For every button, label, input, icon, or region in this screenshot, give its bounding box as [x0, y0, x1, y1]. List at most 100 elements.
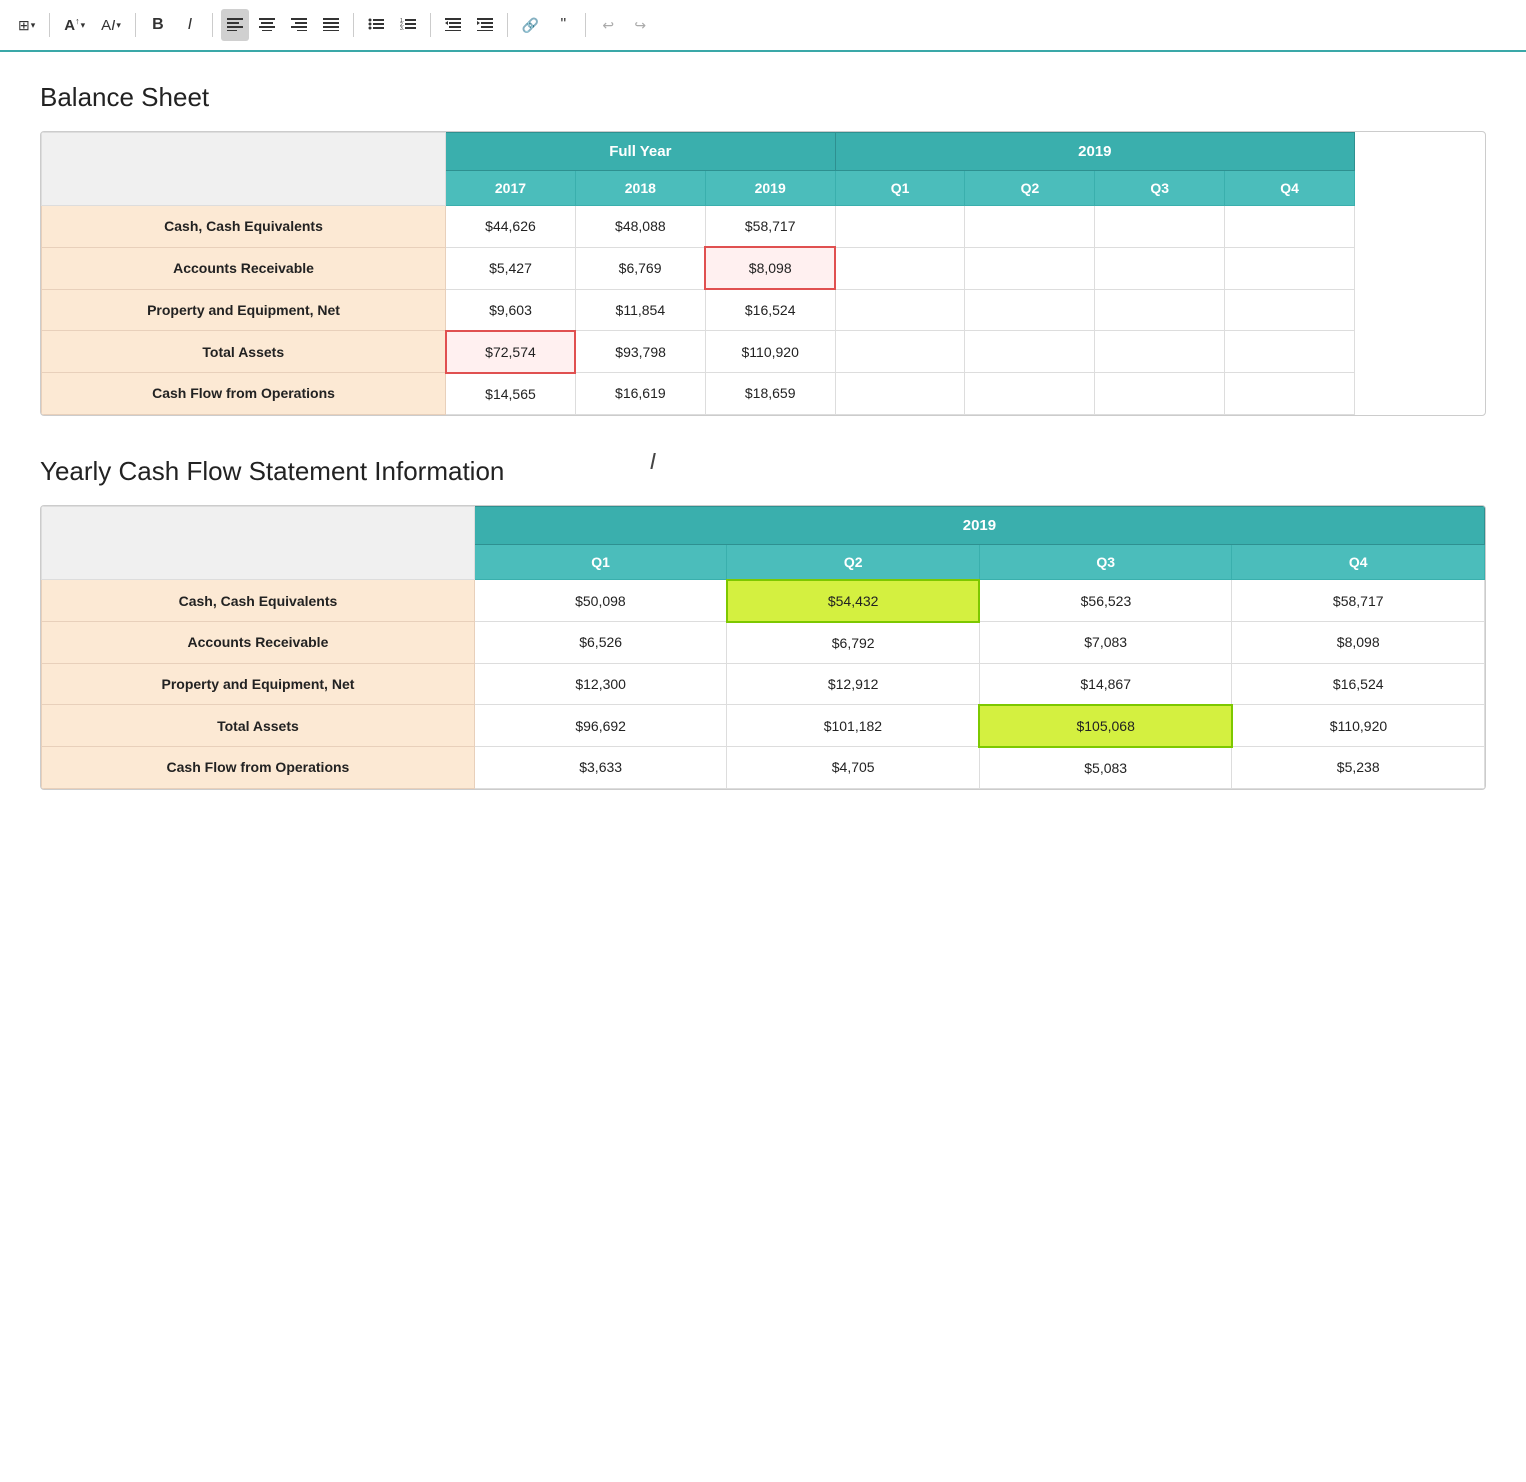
separator-4 [353, 13, 354, 37]
bs-row-1-q1[interactable] [835, 247, 965, 289]
bs-row-4-2019[interactable]: $18,659 [705, 373, 835, 415]
separator-3 [212, 13, 213, 37]
cf-row-2-q3[interactable]: $14,867 [979, 663, 1232, 705]
cf-row-3-q4[interactable]: $110,920 [1232, 705, 1485, 747]
bs-row-3-2018[interactable]: $93,798 [575, 331, 705, 373]
redo-btn[interactable]: ↪ [626, 9, 654, 41]
bs-2019-header: 2019 [835, 133, 1354, 171]
bs-row-2-2018[interactable]: $11,854 [575, 289, 705, 331]
cf-row-label-1: Accounts Receivable [42, 622, 475, 664]
bs-row-3-q2[interactable] [965, 331, 1095, 373]
font-style-btn[interactable]: AI ▾ [95, 9, 127, 41]
table-icon: ⊞ [18, 17, 30, 34]
cf-row-1-q4[interactable]: $8,098 [1232, 622, 1485, 664]
bs-row-0-q1[interactable] [835, 206, 965, 248]
cf-row-0-q4[interactable]: $58,717 [1232, 580, 1485, 622]
cf-row-1-q2[interactable]: $6,792 [727, 622, 980, 664]
table-btn[interactable]: ⊞ ▾ [12, 9, 41, 41]
bs-row-2-q1[interactable] [835, 289, 965, 331]
bs-row-2-2019[interactable]: $16,524 [705, 289, 835, 331]
bs-row-label-4: Cash Flow from Operations [42, 373, 446, 415]
cf-col-q3: Q3 [979, 544, 1232, 580]
bs-row-4-q2[interactable] [965, 373, 1095, 415]
bs-row-0-q2[interactable] [965, 206, 1095, 248]
bs-row-0-2017[interactable]: $44,626 [446, 206, 576, 248]
cf-row-4-q3[interactable]: $5,083 [979, 747, 1232, 789]
cf-row-0-q1[interactable]: $50,098 [474, 580, 727, 622]
bs-col-q2: Q2 [965, 171, 1095, 206]
link-icon: 🔗 [522, 17, 539, 34]
bs-row-0-2019[interactable]: $58,717 [705, 206, 835, 248]
cf-row-3-q2[interactable]: $101,182 [727, 705, 980, 747]
bs-row-2-2017[interactable]: $9,603 [446, 289, 576, 331]
align-justify-btn[interactable] [317, 9, 345, 41]
bs-row-1-2017[interactable]: $5,427 [446, 247, 576, 289]
cf-row-4-q4[interactable]: $5,238 [1232, 747, 1485, 789]
bs-row-2-q3[interactable] [1095, 289, 1225, 331]
list-bullet-btn[interactable] [362, 9, 390, 41]
align-left-btn[interactable] [221, 9, 249, 41]
balance-sheet-title: Balance Sheet [40, 82, 1486, 113]
list-numbered-icon: 1. 2. 3. [400, 17, 416, 34]
cf-row-2-q4[interactable]: $16,524 [1232, 663, 1485, 705]
font-style-icon: AI [101, 17, 115, 34]
cf-row-label-2: Property and Equipment, Net [42, 663, 475, 705]
bs-row-3-2017[interactable]: $72,574 [446, 331, 576, 373]
bs-row-1-q3[interactable] [1095, 247, 1225, 289]
link-btn[interactable]: 🔗 [516, 9, 545, 41]
list-numbered-btn[interactable]: 1. 2. 3. [394, 9, 422, 41]
bs-row-4-q4[interactable] [1225, 373, 1355, 415]
align-right-btn[interactable] [285, 9, 313, 41]
redo-icon: ↪ [634, 17, 646, 34]
bs-row-4-q3[interactable] [1095, 373, 1225, 415]
align-right-icon [291, 17, 307, 34]
cf-row-0-q3[interactable]: $56,523 [979, 580, 1232, 622]
cf-row-2-q2[interactable]: $12,912 [727, 663, 980, 705]
bs-row-1-q4[interactable] [1225, 247, 1355, 289]
font-size-btn[interactable]: A↑ ▾ [58, 9, 91, 41]
cf-row-3-q1[interactable]: $96,692 [474, 705, 727, 747]
bs-row-3-q3[interactable] [1095, 331, 1225, 373]
cash-flow-table-wrapper: 2019 Q1 Q2 Q3 Q4 Cash, Cash Equivalents$… [40, 505, 1486, 790]
quote-btn[interactable]: " [549, 9, 577, 41]
bs-row-3-2019[interactable]: $110,920 [705, 331, 835, 373]
cf-row-1-q3[interactable]: $7,083 [979, 622, 1232, 664]
bs-row-1-q2[interactable] [965, 247, 1095, 289]
cf-row-label-4: Cash Flow from Operations [42, 747, 475, 789]
svg-text:3.: 3. [400, 26, 404, 31]
bs-row-2-q2[interactable] [965, 289, 1095, 331]
bs-row-4-q1[interactable] [835, 373, 965, 415]
bold-btn[interactable]: B [144, 9, 172, 41]
bs-row-label-1: Accounts Receivable [42, 247, 446, 289]
text-cursor: 𝐼 [650, 451, 656, 473]
quote-icon: " [560, 16, 566, 34]
bs-row-2-q4[interactable] [1225, 289, 1355, 331]
cf-row-3-q3[interactable]: $105,068 [979, 705, 1232, 747]
bs-col-q3: Q3 [1095, 171, 1225, 206]
indent-more-btn[interactable] [439, 9, 467, 41]
bs-row-1-2018[interactable]: $6,769 [575, 247, 705, 289]
cf-row-2-q1[interactable]: $12,300 [474, 663, 727, 705]
bs-row-3-q1[interactable] [835, 331, 965, 373]
cf-row-4-q1[interactable]: $3,633 [474, 747, 727, 789]
italic-icon: I [188, 16, 192, 34]
bs-row-0-q4[interactable] [1225, 206, 1355, 248]
italic-btn[interactable]: I [176, 9, 204, 41]
cf-row-label-3: Total Assets [42, 705, 475, 747]
bs-row-0-2018[interactable]: $48,088 [575, 206, 705, 248]
align-center-btn[interactable] [253, 9, 281, 41]
bs-row-3-q4[interactable] [1225, 331, 1355, 373]
cf-row-4-q2[interactable]: $4,705 [727, 747, 980, 789]
bs-row-0-q3[interactable] [1095, 206, 1225, 248]
undo-btn[interactable]: ↩ [594, 9, 622, 41]
indent-less-btn[interactable] [471, 9, 499, 41]
bs-row-1-2019[interactable]: $8,098 [705, 247, 835, 289]
separator-7 [585, 13, 586, 37]
cf-row-label-0: Cash, Cash Equivalents [42, 580, 475, 622]
table-dropdown-arrow: ▾ [31, 20, 36, 31]
bs-row-4-2017[interactable]: $14,565 [446, 373, 576, 415]
undo-icon: ↩ [602, 17, 614, 34]
cf-row-0-q2[interactable]: $54,432 [727, 580, 980, 622]
bs-row-4-2018[interactable]: $16,619 [575, 373, 705, 415]
cf-row-1-q1[interactable]: $6,526 [474, 622, 727, 664]
